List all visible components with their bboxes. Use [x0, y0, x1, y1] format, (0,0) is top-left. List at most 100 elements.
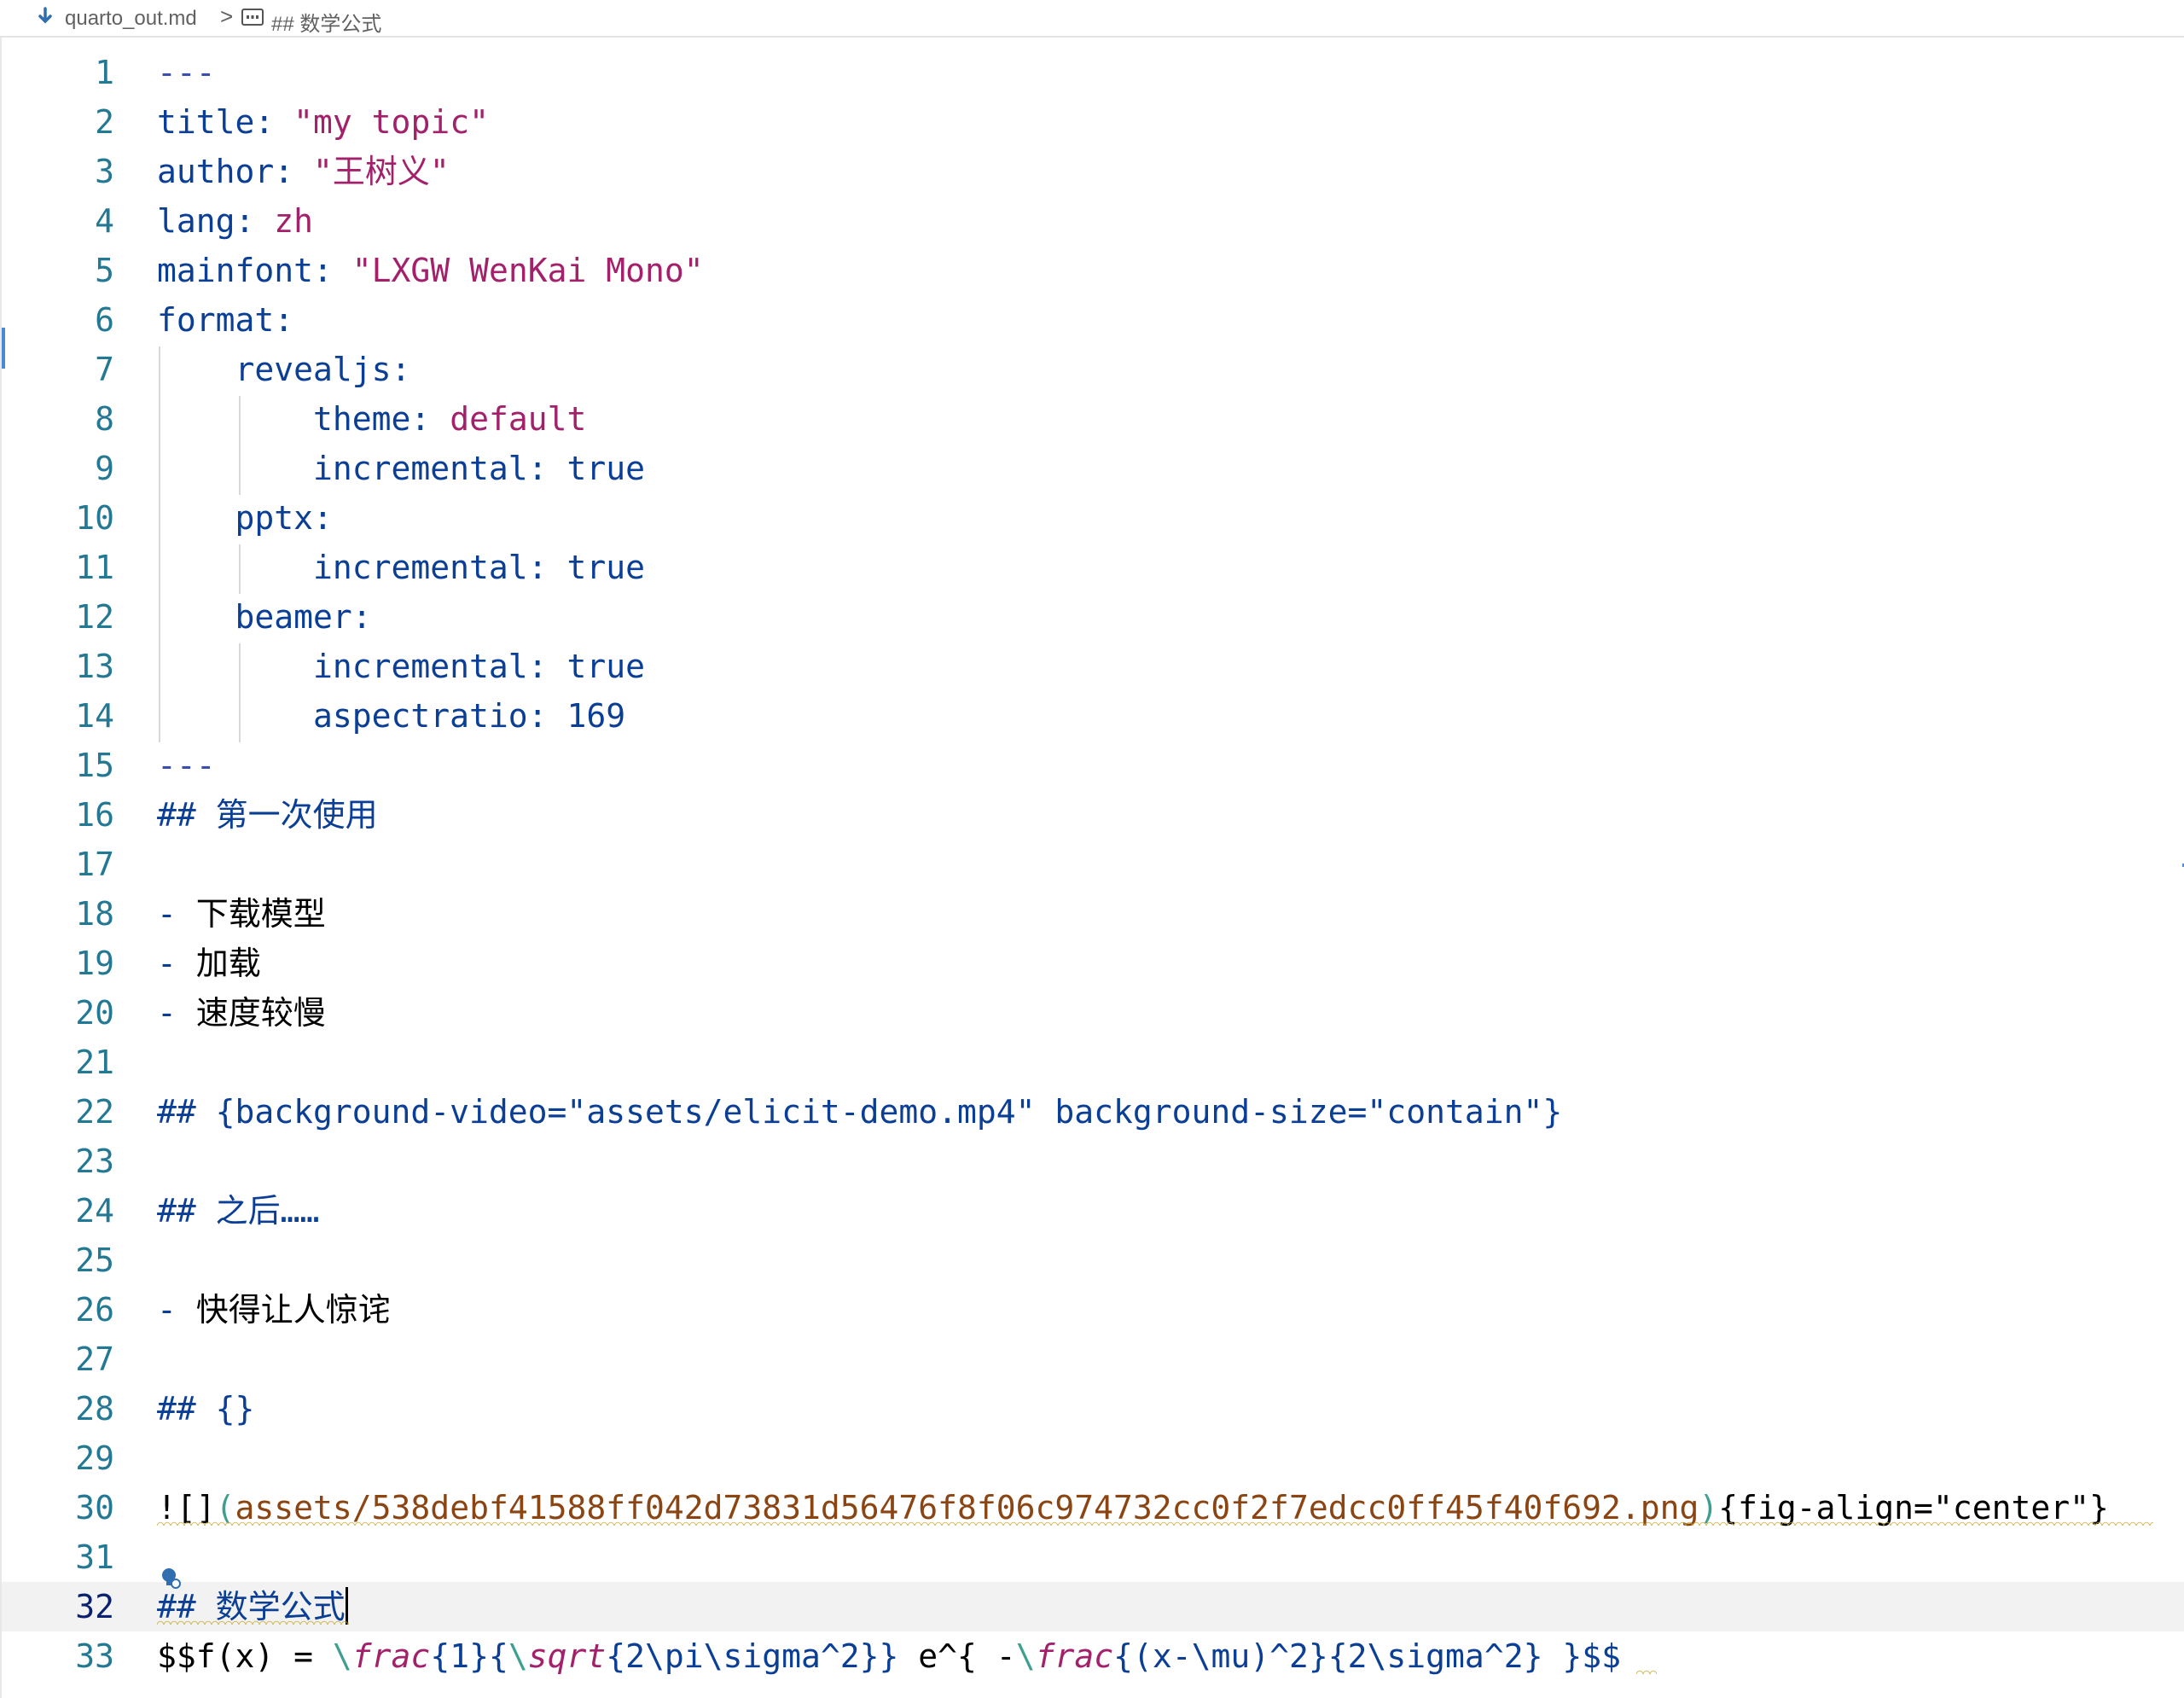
line-number: 22 — [75, 1093, 114, 1131]
editor-line[interactable]: 12 beamer: — [2, 592, 2184, 642]
editor-line[interactable]: 27 — [2, 1335, 2184, 1384]
line-number: 9 — [95, 450, 114, 487]
line-number: 8 — [95, 400, 114, 438]
line-code: lang: zh — [157, 196, 313, 246]
line-code: author: "王树义" — [157, 147, 450, 196]
code-token: ^2} }$$ — [1484, 1637, 1621, 1675]
line-code: revealjs: — [157, 345, 411, 394]
line-number: 2 — [95, 103, 114, 141]
code-token: lang: — [157, 202, 255, 240]
line-number: 24 — [75, 1192, 114, 1230]
line-code: ## {background-video="assets/elicit-demo… — [157, 1087, 1562, 1137]
breadcrumb-separator: > — [220, 3, 234, 29]
editor-line[interactable]: 28 ## {} — [2, 1384, 2184, 1433]
line-code: incremental: true — [157, 642, 645, 691]
editor-line[interactable]: 31 — [2, 1532, 2184, 1582]
code-token: "王树义" — [313, 153, 450, 190]
code-token: \ — [332, 1637, 352, 1675]
editor-line[interactable]: 5 mainfont: "LXGW WenKai Mono" — [2, 246, 2184, 295]
line-code: - 快得让人惊诧 — [157, 1285, 391, 1335]
editor-line[interactable]: 19 - 加载 — [2, 939, 2184, 988]
editor-line[interactable]: 10 pptx: — [2, 493, 2184, 543]
breadcrumb-file[interactable]: quarto_out.md — [65, 7, 197, 31]
code-token: ^2}} — [820, 1637, 899, 1675]
editor-line[interactable]: 6 format: — [2, 295, 2184, 345]
editor-line[interactable]: 21 — [2, 1038, 2184, 1087]
code-token: ## {background-video="assets/elicit-demo… — [157, 1093, 1563, 1131]
editor-line[interactable]: 13 incremental: true — [2, 642, 2184, 691]
editor-line[interactable]: 4 lang: zh — [2, 196, 2184, 246]
line-code: - 速度较慢 — [157, 988, 326, 1038]
code-token: --- — [157, 54, 216, 91]
code-token: author: — [157, 153, 294, 190]
line-number: 4 — [95, 202, 114, 240]
code-token: true — [566, 648, 645, 685]
code-token: format: — [157, 301, 294, 339]
line-code: ## 第一次使用 — [157, 790, 378, 840]
editor-line[interactable]: 15 --- — [2, 741, 2184, 790]
code-token: 速度较慢 — [195, 994, 326, 1032]
editor-line[interactable]: 24 ## 之后…… — [2, 1186, 2184, 1236]
code-token: \sigma — [1367, 1637, 1484, 1675]
editor-line[interactable]: 22 ## {background-video="assets/elicit-de… — [2, 1087, 2184, 1137]
line-number: 15 — [75, 747, 114, 784]
line-number: 5 — [95, 252, 114, 289]
code-token: aspectratio: — [313, 697, 548, 735]
lint-warning-underline — [157, 1521, 2153, 1526]
editor-line[interactable]: 11 incremental: true — [2, 543, 2184, 592]
code-editor[interactable]: 1 --- 2 title: "my topic" 3 author: "王树义" 4 lan… — [0, 38, 2184, 1698]
line-code: beamer: — [157, 592, 372, 642]
line-code: ## {} — [157, 1384, 254, 1433]
line-code: --- — [157, 48, 216, 97]
code-token: ## 第一次使用 — [157, 796, 378, 834]
lightbulb-icon[interactable] — [160, 1567, 183, 1594]
editor-line[interactable]: 23 — [2, 1137, 2184, 1186]
line-number: 17 — [75, 846, 114, 883]
line-number: 20 — [75, 994, 114, 1032]
breadcrumb-symbol[interactable]: ## 数学公式 — [271, 7, 381, 37]
editor-line[interactable]: 25 — [2, 1236, 2184, 1285]
editor-line[interactable]: 29 — [2, 1433, 2184, 1483]
editor-line[interactable]: 16 ## 第一次使用 — [2, 790, 2184, 840]
line-number: 25 — [75, 1242, 114, 1279]
editor-line[interactable]: 7 revealjs: — [2, 345, 2184, 394]
code-token: frac — [351, 1637, 431, 1675]
line-number: 31 — [75, 1538, 114, 1576]
line-code: format: — [157, 295, 293, 345]
line-code: incremental: true — [157, 543, 645, 592]
code-token: \mu — [1191, 1637, 1251, 1675]
code-token: 快得让人惊诧 — [195, 1291, 391, 1329]
editor-line[interactable]: 1 --- — [2, 48, 2184, 97]
code-token: \pi\sigma — [645, 1637, 821, 1675]
editor-line[interactable]: 26 - 快得让人惊诧 — [2, 1285, 2184, 1335]
editor-line[interactable]: 3 author: "王树义" — [2, 147, 2184, 196]
code-token: pptx: — [235, 499, 333, 537]
lint-warning-underline — [157, 1619, 349, 1625]
editor-line[interactable]: 33 $$f(x) = \frac{1}{\sqrt{2\pi\sigma^2}}… — [2, 1631, 2184, 1681]
editor-line[interactable]: 14 aspectratio: 169 — [2, 691, 2184, 741]
editor-line[interactable]: 8 theme: default — [2, 394, 2184, 444]
line-number: 12 — [75, 598, 114, 636]
code-token: default — [450, 400, 587, 438]
line-number: 21 — [75, 1044, 114, 1081]
code-token: sqrt — [527, 1637, 607, 1675]
editor-line[interactable]: 9 incremental: true — [2, 444, 2184, 493]
editor-line[interactable]: 17 — [2, 840, 2184, 889]
editor-line[interactable]: 2 title: "my topic" — [2, 97, 2184, 147]
editor-line[interactable]: 20 - 速度较慢 — [2, 988, 2184, 1038]
line-number: 10 — [75, 499, 114, 537]
line-code: - 下载模型 — [157, 889, 326, 939]
code-token: {(x- — [1113, 1637, 1192, 1675]
markdown-file-icon — [38, 7, 52, 24]
editor-line[interactable]: 18 - 下载模型 — [2, 889, 2184, 939]
code-token: - — [157, 945, 196, 982]
